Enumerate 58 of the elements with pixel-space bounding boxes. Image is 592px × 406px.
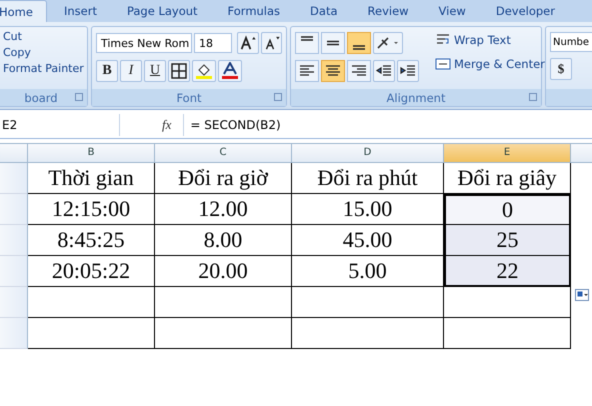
vertical-align-icon[interactable]	[321, 32, 345, 54]
merge-cells-icon	[435, 57, 451, 71]
table-cell: 25	[444, 225, 571, 256]
number-format-field[interactable]: Numbe	[550, 32, 592, 52]
font-style-button[interactable]: U	[144, 60, 166, 82]
borders-icon[interactable]	[168, 60, 190, 82]
column-header[interactable]: B	[28, 144, 155, 162]
table-cell: 12.00	[155, 194, 292, 225]
table-cell: 22	[444, 256, 571, 287]
ribbon-tab[interactable]: View	[426, 0, 479, 22]
table-cell: Đổi ra phút	[292, 163, 444, 194]
ribbon-tab[interactable]: Page Layout	[114, 0, 211, 22]
table-cell: Thời gian	[28, 163, 155, 194]
ribbon-tab[interactable]: Formulas	[214, 0, 294, 22]
vertical-align-icon[interactable]	[295, 32, 319, 54]
ribbon-tab[interactable]: Insert	[50, 0, 110, 22]
ribbon-tab[interactable]: Review	[354, 0, 422, 22]
name-box[interactable]: E2	[0, 114, 120, 136]
paste-options-icon[interactable]	[575, 289, 589, 301]
clipboard-button[interactable]: Format Painter	[0, 61, 87, 76]
table-cell: 20.00	[155, 256, 292, 287]
ribbon-tab[interactable]: Data	[297, 0, 351, 22]
clipboard-button[interactable]: Copy	[0, 45, 87, 60]
group-label: board	[24, 90, 58, 104]
group-label: Font	[176, 90, 202, 104]
wrap-text-button[interactable]: Wrap Text	[431, 32, 549, 48]
table-cell: 0	[444, 194, 571, 225]
table-cell: 8:45:25	[28, 225, 155, 256]
font-name-field[interactable]: Times New Rom	[96, 33, 192, 53]
table-cell: 12:15:00	[28, 194, 155, 225]
table-cell: 8.00	[155, 225, 292, 256]
font-color-icon[interactable]	[218, 60, 242, 82]
horizontal-align-icon[interactable]	[295, 60, 319, 82]
font-style-button[interactable]: I	[120, 60, 142, 82]
increase-indent-icon[interactable]	[397, 60, 419, 82]
group-label-bar	[546, 89, 592, 106]
ribbon-tab[interactable]: Home	[0, 0, 47, 22]
font-style-button[interactable]: B	[96, 60, 118, 82]
column-header[interactable]: C	[155, 144, 292, 162]
formula-field[interactable]: = SECOND(B2)	[183, 114, 592, 136]
grow-font-icon[interactable]	[237, 32, 258, 54]
decrease-indent-icon[interactable]	[373, 60, 395, 82]
insert-function-label[interactable]: fx	[162, 117, 172, 133]
clipboard-button[interactable]: Cut	[0, 29, 87, 44]
horizontal-align-icon[interactable]	[347, 60, 371, 82]
ribbon-tab[interactable]: Developer	[482, 0, 568, 22]
horizontal-align-icon[interactable]	[321, 60, 345, 82]
shrink-font-icon[interactable]	[260, 32, 282, 54]
font-size-field[interactable]: 18	[194, 33, 232, 53]
column-header[interactable]: E	[444, 144, 571, 162]
merge-center-button[interactable]: Merge & Center	[431, 56, 549, 72]
group-label: Alignment	[386, 90, 446, 104]
vertical-align-icon[interactable]	[347, 32, 371, 54]
fill-color-icon[interactable]	[192, 60, 216, 82]
orientation-icon[interactable]	[373, 32, 403, 54]
currency-button[interactable]: $	[550, 58, 572, 80]
table-cell: 20:05:22	[28, 256, 155, 287]
table-cell: Đổi ra giờ	[155, 163, 292, 194]
